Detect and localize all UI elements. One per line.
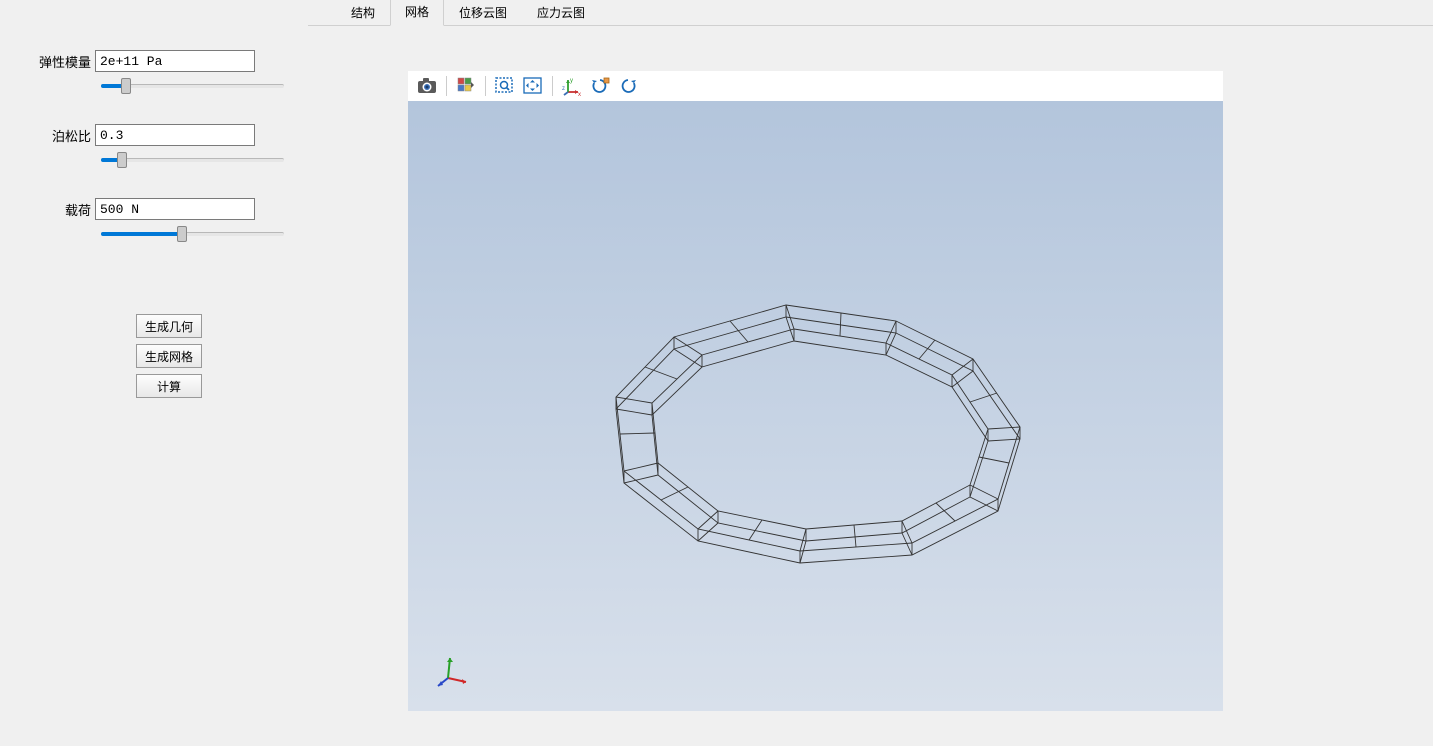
load-slider[interactable] xyxy=(95,224,290,244)
generate-mesh-button[interactable]: 生成网格 xyxy=(136,344,202,368)
tab-bar: 结构 网格 位移云图 应力云图 xyxy=(308,0,1433,26)
palette-icon[interactable] xyxy=(453,73,479,99)
orientation-triad-icon xyxy=(436,650,476,693)
elastic-modulus-input[interactable] xyxy=(95,50,255,72)
tab-structure[interactable]: 结构 xyxy=(336,0,390,26)
elastic-modulus-label: 弹性模量 xyxy=(37,52,91,71)
poisson-ratio-slider[interactable] xyxy=(95,150,290,170)
poisson-ratio-label: 泊松比 xyxy=(37,126,91,145)
toolbar-separator xyxy=(446,76,447,96)
param-elastic-modulus: 弹性模量 xyxy=(0,50,308,96)
pan-icon[interactable] xyxy=(520,73,546,99)
param-poisson-ratio: 泊松比 xyxy=(0,124,308,170)
rotate-cw-icon[interactable] xyxy=(587,73,613,99)
axes-icon[interactable]: x y z xyxy=(559,73,585,99)
viewer-canvas[interactable] xyxy=(408,101,1223,711)
action-buttons: 生成几何 生成网格 计算 xyxy=(0,314,308,398)
svg-text:y: y xyxy=(570,78,573,84)
compute-button[interactable]: 计算 xyxy=(136,374,202,398)
tab-mesh[interactable]: 网格 xyxy=(390,0,444,26)
elastic-modulus-slider[interactable] xyxy=(95,76,290,96)
viewer-panel: x y z xyxy=(408,71,1223,711)
svg-text:x: x xyxy=(578,92,581,96)
camera-icon[interactable] xyxy=(414,73,440,99)
load-input[interactable] xyxy=(95,198,255,220)
sidebar: 弹性模量 泊松比 载荷 生成几何 生成网 xyxy=(0,0,308,746)
viewer-toolbar: x y z xyxy=(408,71,1223,101)
toolbar-separator xyxy=(552,76,553,96)
tab-content: x y z xyxy=(308,26,1433,746)
tab-stress[interactable]: 应力云图 xyxy=(522,0,600,26)
load-label: 载荷 xyxy=(37,200,91,219)
param-load: 载荷 xyxy=(0,198,308,244)
svg-text:z: z xyxy=(562,86,565,92)
poisson-ratio-input[interactable] xyxy=(95,124,255,146)
tab-displacement[interactable]: 位移云图 xyxy=(444,0,522,26)
rotate-ccw-icon[interactable] xyxy=(615,73,641,99)
main-area: 结构 网格 位移云图 应力云图 xyxy=(308,0,1433,746)
generate-geometry-button[interactable]: 生成几何 xyxy=(136,314,202,338)
zoom-area-icon[interactable] xyxy=(492,73,518,99)
toolbar-separator xyxy=(485,76,486,96)
